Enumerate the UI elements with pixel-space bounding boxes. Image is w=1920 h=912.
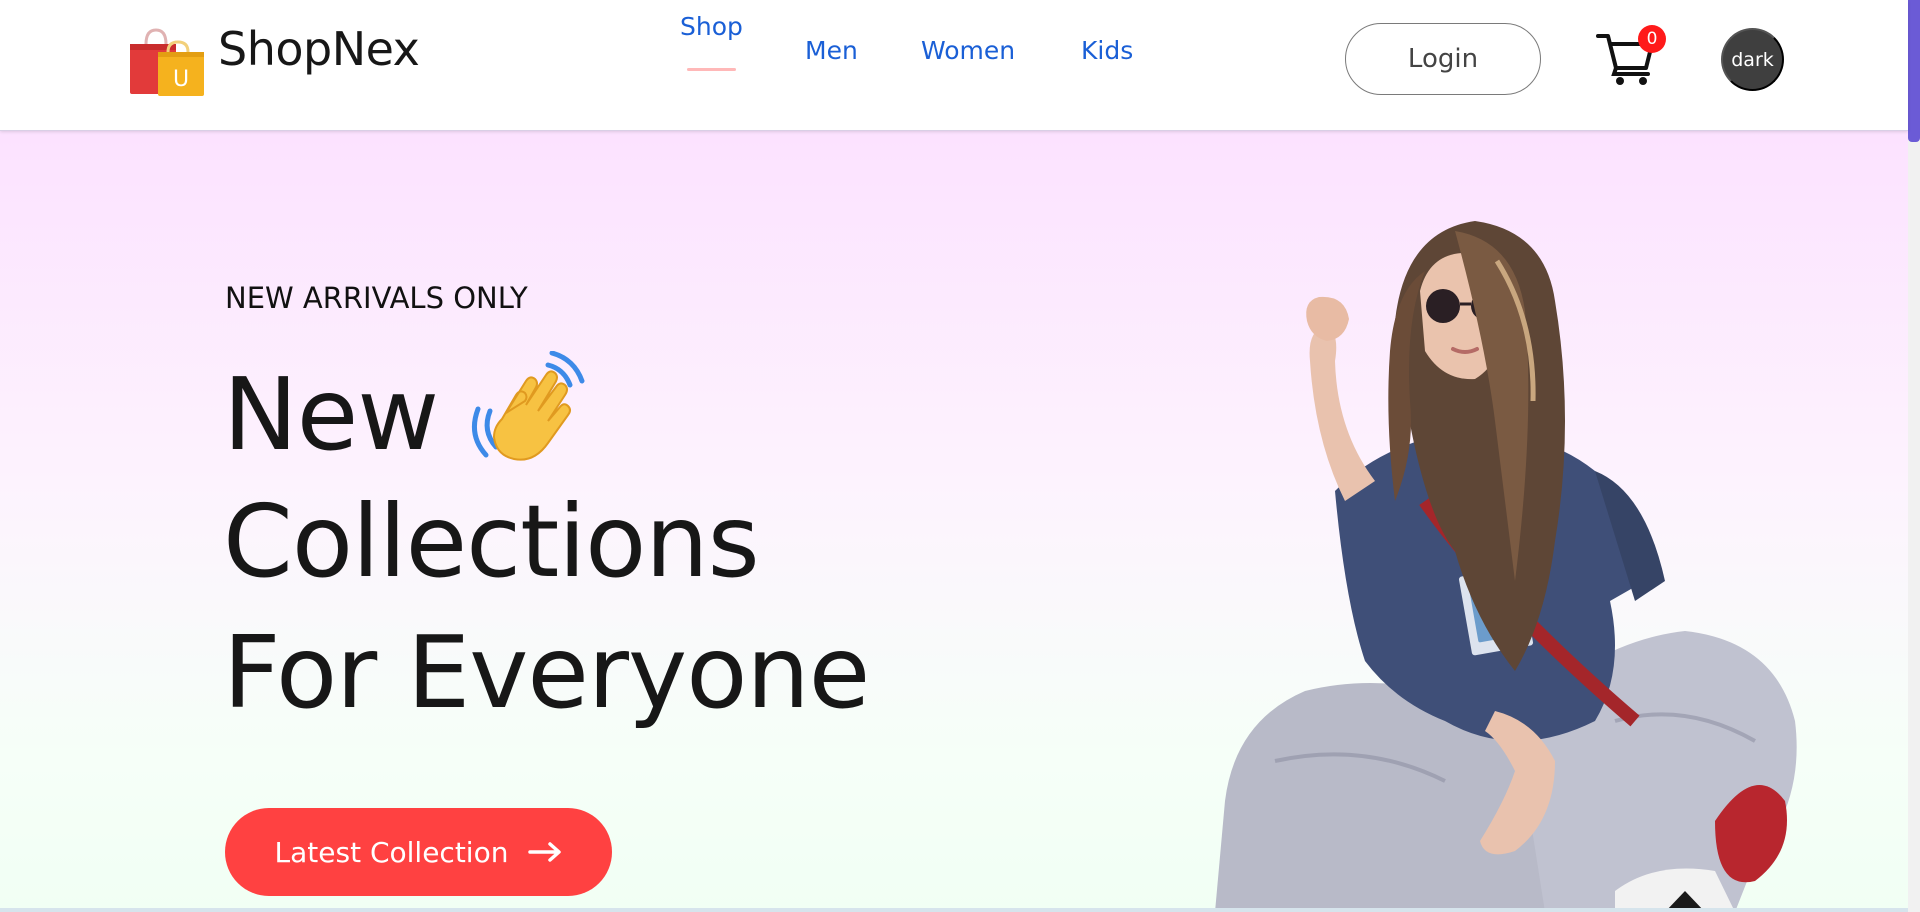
scrollbar-thumb[interactable]	[1908, 0, 1920, 142]
hero-heading-line-1: New	[223, 351, 588, 473]
nav-men[interactable]: Men	[805, 36, 858, 65]
nav-women[interactable]: Women	[921, 36, 1015, 65]
nav-kids[interactable]: Kids	[1081, 36, 1133, 65]
nav-active-indicator	[687, 68, 736, 71]
page-bottom-edge	[0, 908, 1908, 912]
hero-heading-word-new: New	[223, 356, 439, 473]
hero-section: NEW ARRIVALS ONLY New Collections For Ev…	[0, 131, 1908, 912]
arrow-right-icon	[528, 842, 562, 862]
logo-letter: U	[173, 67, 189, 92]
brand-logo[interactable]: U ShopNex	[128, 22, 420, 96]
navbar: U ShopNex Shop Men Women Kids Login 0 da…	[0, 0, 1908, 131]
nav-shop[interactable]: Shop	[680, 12, 743, 41]
cta-label: Latest Collection	[274, 835, 509, 869]
theme-toggle-button[interactable]: dark	[1721, 28, 1784, 91]
page-scrollbar[interactable]	[1908, 0, 1920, 912]
shopping-bags-icon: U	[130, 28, 204, 96]
hero-heading-line-2: Collections	[223, 483, 760, 600]
latest-collection-button[interactable]: Latest Collection	[225, 808, 612, 896]
hero-tagline: NEW ARRIVALS ONLY	[225, 281, 528, 315]
waving-hand-icon	[472, 351, 585, 461]
login-button[interactable]: Login	[1345, 23, 1541, 95]
brand-name: ShopNex	[218, 22, 420, 76]
cart-count-badge: 0	[1638, 25, 1666, 53]
hero-model-image	[1215, 221, 1797, 912]
hero-heading-line-3: For Everyone	[223, 614, 870, 731]
